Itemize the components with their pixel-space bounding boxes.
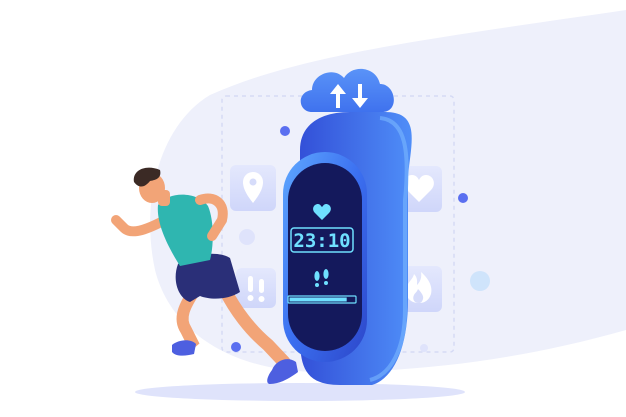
band-time: 23:10	[293, 230, 350, 252]
band-screen	[288, 163, 362, 351]
decor-dot	[420, 344, 428, 352]
decor-dot	[231, 342, 241, 352]
fitness-tracker-illustration: 23:10	[111, 10, 626, 401]
location-pin-icon	[230, 165, 276, 211]
decor-dot	[470, 271, 490, 291]
decor-dot	[458, 193, 468, 203]
decor-dot	[280, 126, 290, 136]
footsteps-icon	[236, 268, 276, 308]
progress-fill	[289, 297, 347, 302]
fitness-band: 23:10	[283, 112, 412, 385]
decor-dot	[239, 229, 255, 245]
ground-shadow	[135, 383, 465, 401]
